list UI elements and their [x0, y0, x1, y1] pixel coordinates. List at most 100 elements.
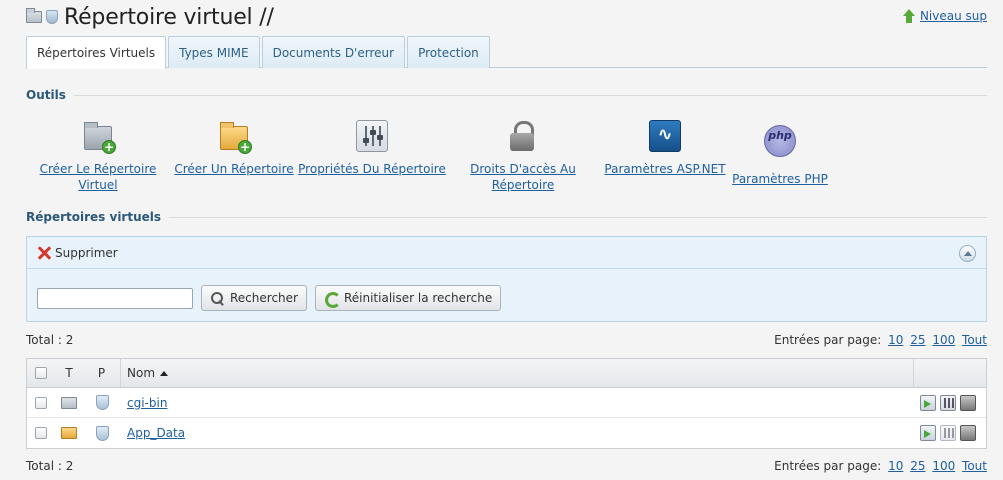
page-title: Répertoire virtuel // [64, 4, 274, 30]
properties-icon [356, 120, 388, 152]
tool-label[interactable]: Droits D'accès Au [470, 161, 576, 177]
tool-label[interactable]: Paramètres PHP [732, 171, 828, 187]
row-select-cell [27, 388, 55, 417]
per-page-100[interactable]: 100 [932, 333, 955, 347]
search-icon [210, 291, 225, 306]
column-p: P [83, 359, 121, 387]
folder-add-icon: + [82, 120, 116, 154]
table-row: cgi-bin [27, 388, 986, 418]
lock-icon[interactable] [960, 425, 976, 441]
table-header: T P Nom [27, 359, 986, 388]
properties-icon[interactable] [940, 425, 956, 441]
row-actions [914, 418, 986, 448]
panel-toolbar: Supprimer [27, 237, 986, 269]
vdirs-table: T P Nom cgi-bin App_Data [26, 358, 987, 449]
per-page-100[interactable]: 100 [932, 459, 955, 473]
tab-mime-types[interactable]: Types MIME [168, 36, 260, 68]
folder-add-icon: + [218, 120, 252, 154]
tool-label[interactable]: Créer Un Répertoire [174, 161, 293, 177]
delete-icon[interactable] [37, 246, 51, 260]
tools-list: + Créer Le Répertoire Virtuel + Créer Un… [26, 120, 830, 193]
aspnet-icon: ∿ [649, 120, 681, 152]
collapse-icon[interactable] [959, 245, 976, 262]
tool-label[interactable]: Créer Le Répertoire [40, 161, 157, 177]
select-all-checkbox[interactable] [35, 367, 47, 379]
directory-link[interactable]: cgi-bin [127, 396, 167, 410]
open-directory-icon[interactable] [920, 425, 936, 441]
divider [169, 216, 987, 218]
directory-link[interactable]: App_Data [127, 426, 185, 440]
protection-cell [83, 388, 121, 417]
search-panel: Supprimer Rechercher Réinitialiser la re… [26, 236, 987, 322]
create-directory-tool[interactable]: + Créer Un Répertoire [170, 120, 298, 193]
row-select-cell [27, 418, 55, 448]
type-cell [55, 418, 83, 448]
shield-icon [95, 395, 109, 410]
sort-ascending-icon [160, 370, 169, 376]
properties-icon[interactable] [940, 394, 956, 411]
per-page-25[interactable]: 25 [910, 333, 925, 347]
tool-label-line2[interactable]: Répertoire [492, 177, 555, 193]
search-button[interactable]: Rechercher [201, 285, 307, 311]
tab-error-documents[interactable]: Documents D'erreur [261, 36, 406, 68]
tool-label[interactable]: Paramètres ASP.NET [604, 161, 725, 177]
tools-section-label: Outils [26, 88, 66, 102]
total-count: Total : 2 [26, 459, 74, 473]
per-page-10[interactable]: 10 [888, 459, 903, 473]
name-cell: cgi-bin [121, 388, 914, 417]
per-page-all[interactable]: Tout [962, 333, 987, 347]
divider [73, 94, 987, 96]
select-all-cell [27, 359, 55, 387]
level-up-label[interactable]: Niveau sup [920, 9, 987, 23]
row-actions [914, 388, 986, 417]
shield-icon [95, 425, 109, 441]
tools-section-title: Outils [26, 88, 987, 102]
create-virtual-directory-tool[interactable]: + Créer Le Répertoire Virtuel [26, 120, 170, 193]
tool-label-line2[interactable]: Virtuel [78, 177, 117, 193]
per-page-selector: Entrées par page: 10 25 100 Tout [774, 333, 987, 347]
directory-properties-tool[interactable]: Propriétés Du Répertoire [298, 120, 446, 193]
name-cell: App_Data [121, 418, 914, 448]
php-icon: php [764, 125, 796, 157]
type-cell [55, 388, 83, 417]
level-up-link[interactable]: Niveau sup [902, 9, 987, 23]
column-actions [914, 359, 986, 387]
column-name-label[interactable]: Nom [127, 366, 155, 380]
lock-icon[interactable] [960, 394, 976, 411]
totals-bar-top: Total : 2 Entrées par page: 10 25 100 To… [26, 332, 987, 348]
vdirs-section-label: Répertoires virtuels [26, 210, 162, 224]
row-checkbox[interactable] [35, 396, 47, 409]
column-t: T [65, 366, 73, 380]
search-input[interactable] [37, 287, 193, 309]
search-button-label: Rechercher [230, 291, 298, 305]
per-page-label: Entrées par page: [774, 459, 882, 473]
per-page-selector: Entrées par page: 10 25 100 Tout [774, 459, 987, 473]
folder-icon [61, 427, 77, 439]
delete-button[interactable]: Supprimer [55, 246, 118, 260]
tab-virtual-directories[interactable]: Répertoires Virtuels [26, 36, 167, 69]
shield-icon [46, 10, 58, 24]
tab-bar: Répertoires Virtuels Types MIME Document… [26, 36, 987, 69]
reset-search-button[interactable]: Réinitialiser la recherche [314, 285, 502, 311]
tool-label[interactable]: Propriétés Du Répertoire [298, 161, 446, 177]
tab-protection[interactable]: Protection [407, 36, 490, 68]
folder-icon [26, 8, 42, 23]
open-directory-icon[interactable] [920, 394, 936, 411]
column-name[interactable]: Nom [121, 359, 914, 387]
search-row: Rechercher Réinitialiser la recherche [37, 285, 502, 311]
per-page-10[interactable]: 10 [888, 333, 903, 347]
row-checkbox[interactable] [35, 427, 47, 439]
per-page-all[interactable]: Tout [962, 459, 987, 473]
php-settings-tool[interactable]: php Paramètres PHP [730, 120, 830, 193]
folder-icon [61, 396, 77, 409]
lock-icon [507, 120, 539, 152]
vdirs-section-title: Répertoires virtuels [26, 210, 987, 224]
up-arrow-icon [902, 9, 916, 23]
per-page-25[interactable]: 25 [910, 459, 925, 473]
protection-cell [83, 418, 121, 448]
aspnet-settings-tool[interactable]: ∿ Paramètres ASP.NET [600, 120, 730, 193]
directory-access-rights-tool[interactable]: Droits D'accès Au Répertoire [446, 120, 600, 193]
page-header: Répertoire virtuel // [26, 4, 274, 30]
reset-icon [324, 291, 341, 308]
reset-button-label: Réinitialiser la recherche [343, 291, 493, 305]
